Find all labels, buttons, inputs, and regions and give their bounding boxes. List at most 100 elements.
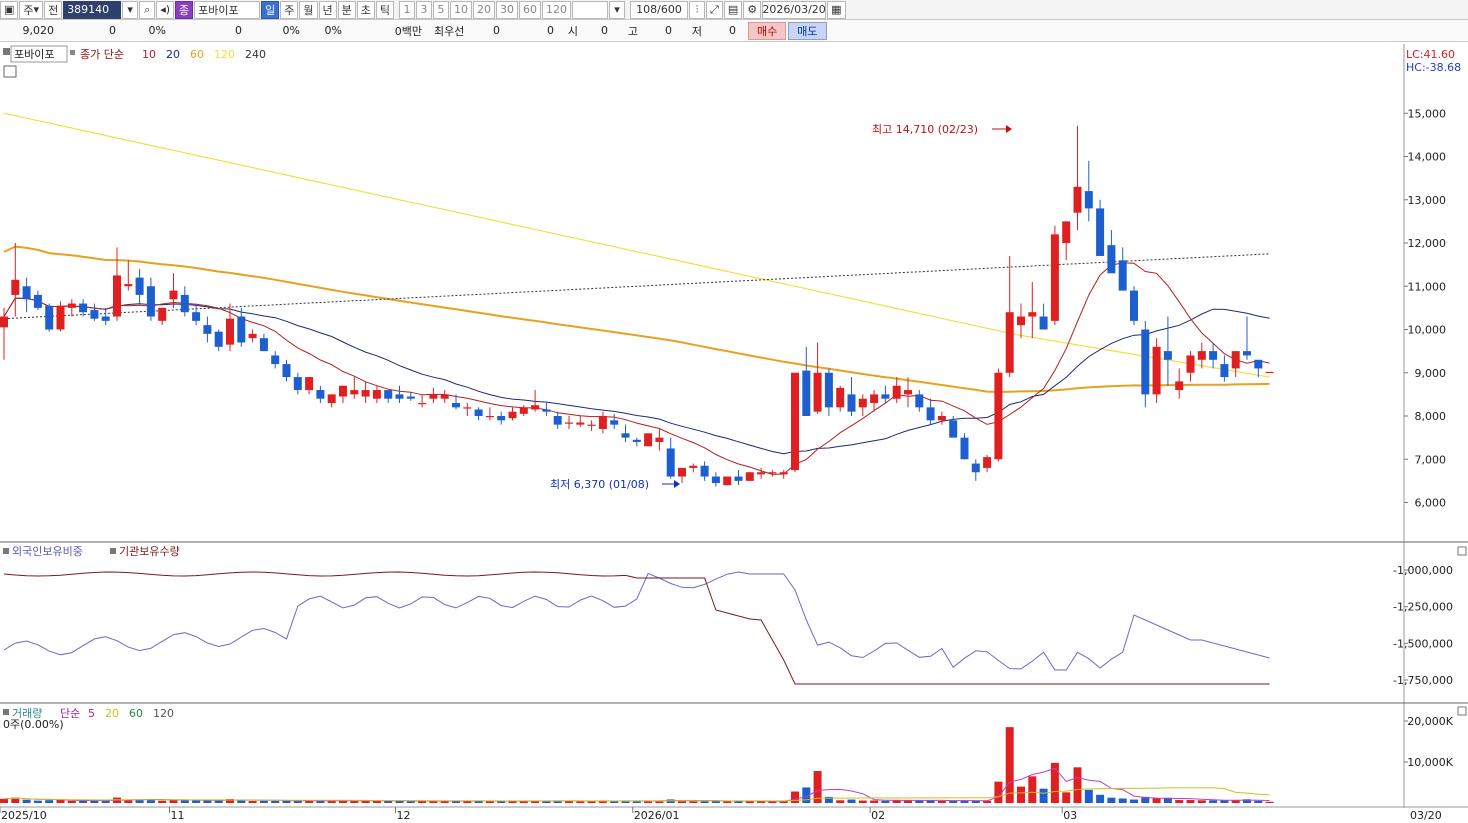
interval-tab-20[interactable]: 20 xyxy=(473,0,496,19)
stock-chart[interactable]: 포바이포 종가 단순 10 20 60 120 240 LC:41.60 HC:-38.… xyxy=(0,44,1468,823)
candle-body xyxy=(339,385,347,397)
period-tabs: 일주월년분초틱 xyxy=(261,0,395,19)
candle-body xyxy=(237,316,246,343)
candle-body xyxy=(824,372,833,408)
gear-icon[interactable]: ⚙ xyxy=(743,0,762,19)
x-tick-label: 02 xyxy=(871,809,885,822)
period-tab-5[interactable]: 초 xyxy=(356,0,375,19)
count-field[interactable]: 108/600 xyxy=(630,0,689,19)
holding-panel-menu-icon[interactable] xyxy=(1457,546,1467,556)
interval-tab-5[interactable]: 5 xyxy=(433,0,450,19)
candle-body xyxy=(1175,381,1184,391)
candle-body xyxy=(757,472,766,475)
candle-body xyxy=(203,325,212,334)
code-input[interactable]: 389140 xyxy=(63,0,122,19)
price-change: 0 xyxy=(109,24,116,37)
calendar-icon[interactable]: ▦ xyxy=(827,0,846,19)
save-icon[interactable]: ▤ xyxy=(723,0,743,19)
volume-bar xyxy=(1186,800,1195,803)
window-icon[interactable]: ▣ xyxy=(0,0,19,19)
interval-dropdown-icon[interactable]: ▾ xyxy=(609,0,626,19)
candle-body xyxy=(1107,245,1116,274)
candle-body xyxy=(0,316,8,328)
sound-icon[interactable]: ◂) xyxy=(156,0,175,19)
candle-body xyxy=(79,303,88,313)
open-label: 시 xyxy=(567,24,578,38)
volume-tick-label: 10,000K xyxy=(1407,756,1453,769)
interval-input[interactable] xyxy=(572,0,609,19)
interval-tab-30[interactable]: 30 xyxy=(496,0,519,19)
candle-body xyxy=(350,390,359,395)
ma-legend-10: 10 xyxy=(142,48,156,61)
volume-bar xyxy=(214,800,223,803)
interval-tab-1[interactable]: 1 xyxy=(399,0,416,19)
candle-body xyxy=(768,472,777,474)
volume-legend-marker-icon xyxy=(3,709,9,715)
legend-marker-icon xyxy=(3,48,10,55)
search-icon[interactable]: ⌕ xyxy=(139,0,156,19)
candle-body xyxy=(124,284,133,287)
candle-body xyxy=(1096,208,1105,256)
holding-tick-label: -1,250,000 xyxy=(1393,601,1453,614)
panel-grid-icon[interactable] xyxy=(3,65,17,78)
candle-body xyxy=(180,294,189,313)
x-axis-right-label: 03/20 xyxy=(1410,809,1442,822)
volume-bar xyxy=(384,801,393,803)
volume-bar xyxy=(192,800,201,803)
candle-body xyxy=(1231,351,1240,369)
candle-body xyxy=(33,294,42,308)
candle-icon[interactable]: ⫶ xyxy=(689,0,706,19)
interval-tab-10[interactable]: 10 xyxy=(450,0,473,19)
candle-body xyxy=(813,372,822,412)
volume-bar xyxy=(67,800,76,803)
price-tick-label: 13,000 xyxy=(1408,194,1447,207)
price-tick-label: 12,000 xyxy=(1408,237,1447,250)
candle-body xyxy=(565,422,573,424)
volume-bar xyxy=(271,800,280,803)
date-field[interactable]: 2026/03/20 xyxy=(762,0,827,19)
candle-body xyxy=(553,416,562,425)
candle-body xyxy=(1005,312,1014,373)
sell-button[interactable]: 매도 xyxy=(788,21,827,40)
candle-body xyxy=(937,416,946,421)
candle-body xyxy=(192,312,201,321)
volume-bar xyxy=(90,800,99,803)
candle-body xyxy=(904,390,912,395)
tool-icon[interactable]: ⤢ xyxy=(706,0,723,19)
volume-bar xyxy=(22,799,31,803)
market-select[interactable]: 주 ▾ xyxy=(19,0,44,19)
volume-bars xyxy=(0,727,1274,803)
volume-bar xyxy=(1062,792,1071,803)
interval-tab-60[interactable]: 60 xyxy=(519,0,542,19)
code-dropdown-icon[interactable]: ▾ xyxy=(122,0,139,19)
volume-bar xyxy=(1039,788,1048,803)
interval-tab-3[interactable]: 3 xyxy=(416,0,433,19)
period-tab-2[interactable]: 월 xyxy=(299,0,318,19)
best-bid: 0 xyxy=(547,24,554,37)
institution-holding-line xyxy=(3,571,1270,685)
candle-body xyxy=(983,457,992,468)
candle-body xyxy=(678,467,686,477)
period-tab-4[interactable]: 분 xyxy=(337,0,356,19)
candle-body xyxy=(384,390,393,399)
stock-name[interactable]: 포바이포 xyxy=(194,0,261,19)
volume-bar xyxy=(1197,800,1206,803)
candle-body xyxy=(892,385,901,399)
holding-legend-foreign: 외국인보유비중 xyxy=(12,545,83,558)
period-tab-0[interactable]: 일 xyxy=(261,0,280,19)
holding-legend-institution: 기관보유수량 xyxy=(119,545,180,558)
period-tab-3[interactable]: 년 xyxy=(318,0,337,19)
volume-panel-menu-icon[interactable] xyxy=(1457,706,1467,716)
candle-body xyxy=(259,338,268,352)
foreign-ratio-line xyxy=(3,571,1270,671)
volume-ma-legend-60: 60 xyxy=(129,707,143,720)
period-tab-1[interactable]: 주 xyxy=(280,0,299,19)
volume-bar xyxy=(1118,798,1127,803)
period-tab-6[interactable]: 틱 xyxy=(375,0,395,19)
interval-tab-120[interactable]: 120 xyxy=(542,0,572,19)
chart-toolbar: ▣ 주 ▾ 전 389140 ▾ ⌕ ◂) 종 포바이포 일주월년분초틱 1351… xyxy=(0,0,1468,20)
price-tick-label: 14,000 xyxy=(1408,151,1447,164)
type-select[interactable]: 전 xyxy=(44,0,63,19)
buy-button[interactable]: 매수 xyxy=(748,21,787,40)
candle-body xyxy=(915,394,924,408)
